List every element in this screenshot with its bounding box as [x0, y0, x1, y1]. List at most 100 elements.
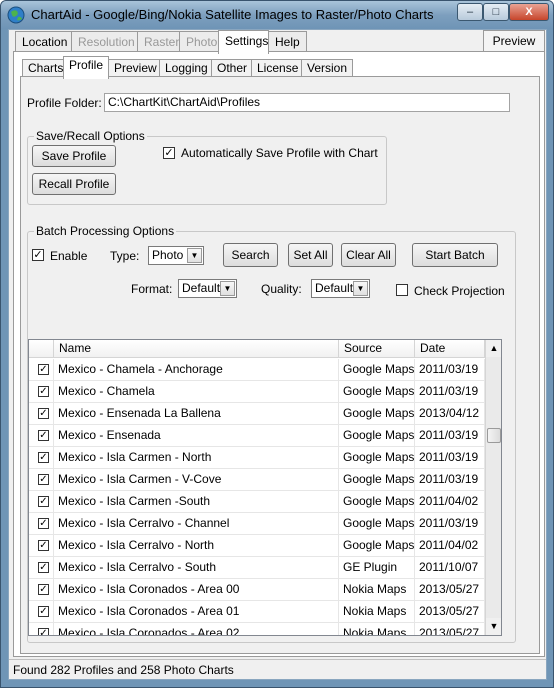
- row-check-cell: ✓: [29, 425, 54, 447]
- table-row[interactable]: ✓ Mexico - Isla Carmen - V-Cove Google Map…: [29, 469, 485, 491]
- start-batch-button[interactable]: Start Batch: [412, 243, 498, 267]
- settings-panel: Charts Profile Preview Logging Other Lic…: [13, 51, 545, 657]
- enable-batch-checkbox[interactable]: ✓: [32, 249, 44, 261]
- row-checkbox[interactable]: ✓: [38, 540, 49, 551]
- scroll-down-icon[interactable]: ▼: [486, 618, 501, 635]
- row-date-cell: 2013/05/27: [415, 623, 485, 635]
- format-select[interactable]: Default ▼: [178, 279, 237, 298]
- row-check-cell: ✓: [29, 491, 54, 513]
- table-row[interactable]: ✓ Mexico - Chamela - Anchorage Google Maps…: [29, 359, 485, 381]
- row-source-cell: Google Maps: [339, 447, 415, 469]
- profile-folder-field[interactable]: C:\ChartKit\ChartAid\Profiles: [104, 93, 510, 112]
- row-checkbox[interactable]: ✓: [38, 408, 49, 419]
- row-check-cell: ✓: [29, 513, 54, 535]
- minimize-button[interactable]: –: [457, 3, 483, 21]
- client-area: Location Resolution Raster Photo Setting…: [8, 29, 547, 680]
- row-checkbox[interactable]: ✓: [38, 496, 49, 507]
- profiles-grid[interactable]: Name Source Date ✓ Mexico - Chamela - Anc…: [28, 339, 502, 636]
- row-checkbox[interactable]: ✓: [38, 430, 49, 441]
- row-checkbox[interactable]: ✓: [38, 452, 49, 463]
- format-select-value: Default: [182, 281, 221, 295]
- row-name-cell: Mexico - Isla Coronados - Area 01: [54, 601, 339, 623]
- row-checkbox[interactable]: ✓: [38, 584, 49, 595]
- save-profile-button[interactable]: Save Profile: [32, 145, 116, 167]
- row-check-cell: ✓: [29, 359, 54, 381]
- row-source-cell: Google Maps: [339, 491, 415, 513]
- table-row[interactable]: ✓ Mexico - Isla Coronados - Area 00 Nokia …: [29, 579, 485, 601]
- tab-raster[interactable]: Raster: [137, 31, 180, 53]
- check-projection-label: Check Projection: [414, 284, 505, 298]
- table-row[interactable]: ✓ Mexico - Isla Cerralvo - Channel Google …: [29, 513, 485, 535]
- row-date-cell: 2011/03/19: [415, 359, 485, 381]
- row-checkbox[interactable]: ✓: [38, 386, 49, 397]
- table-row[interactable]: ✓ Mexico - Isla Coronados - Area 01 Nokia …: [29, 601, 485, 623]
- row-check-cell: ✓: [29, 403, 54, 425]
- row-source-cell: Nokia Maps: [339, 623, 415, 635]
- preview-button[interactable]: Preview: [483, 30, 545, 52]
- grid-header-name[interactable]: Name: [54, 340, 339, 358]
- row-checkbox[interactable]: ✓: [38, 628, 49, 635]
- row-checkbox[interactable]: ✓: [38, 364, 49, 375]
- save-recall-group: Save/Recall Options Save Profile Recall …: [27, 129, 387, 205]
- close-button[interactable]: X: [509, 3, 549, 21]
- row-date-cell: 2011/03/19: [415, 447, 485, 469]
- window-title: ChartAid - Google/Bing/Nokia Satellite I…: [31, 7, 434, 22]
- scroll-thumb[interactable]: [487, 428, 501, 443]
- row-checkbox[interactable]: ✓: [38, 518, 49, 529]
- type-select[interactable]: Photo ▼: [148, 246, 204, 265]
- status-text: Found 282 Profiles and 258 Photo Charts: [13, 663, 234, 677]
- quality-select[interactable]: Default ▼: [311, 279, 370, 298]
- row-name-cell: Mexico - Isla Coronados - Area 00: [54, 579, 339, 601]
- row-name-cell: Mexico - Isla Cerralvo - Channel: [54, 513, 339, 535]
- row-date-cell: 2011/03/19: [415, 513, 485, 535]
- profile-page: Profile Folder: C:\ChartKit\ChartAid\Pro…: [20, 76, 540, 654]
- row-source-cell: Google Maps: [339, 469, 415, 491]
- maximize-button[interactable]: □: [483, 3, 509, 21]
- save-recall-title: Save/Recall Options: [34, 129, 147, 143]
- clear-all-button[interactable]: Clear All: [341, 243, 396, 267]
- row-name-cell: Mexico - Chamela - Anchorage: [54, 359, 339, 381]
- tab-photo[interactable]: Photo: [179, 31, 219, 53]
- table-row[interactable]: ✓ Mexico - Ensenada La Ballena Google Maps…: [29, 403, 485, 425]
- row-checkbox[interactable]: ✓: [38, 606, 49, 617]
- row-name-cell: Mexico - Isla Cerralvo - South: [54, 557, 339, 579]
- check-projection-checkbox[interactable]: [396, 284, 408, 296]
- title-bar[interactable]: ChartAid - Google/Bing/Nokia Satellite I…: [1, 1, 553, 29]
- tab-settings[interactable]: Settings: [218, 30, 269, 54]
- auto-save-checkbox[interactable]: ✓: [163, 147, 175, 159]
- recall-profile-button[interactable]: Recall Profile: [32, 173, 116, 195]
- row-checkbox[interactable]: ✓: [38, 562, 49, 573]
- tab-profile[interactable]: Profile: [63, 56, 109, 79]
- grid-header-date[interactable]: Date: [415, 340, 485, 358]
- table-row[interactable]: ✓ Mexico - Isla Coronados - Area 02 Nokia …: [29, 623, 485, 635]
- grid-scrollbar[interactable]: ▲ ▼: [485, 340, 501, 635]
- table-row[interactable]: ✓ Mexico - Isla Carmen -South Google Maps 2…: [29, 491, 485, 513]
- profile-folder-label: Profile Folder:: [27, 96, 102, 110]
- scroll-up-icon[interactable]: ▲: [486, 340, 501, 357]
- table-row[interactable]: ✓ Mexico - Chamela Google Maps 2011/03/19: [29, 381, 485, 403]
- grid-header-source[interactable]: Source: [339, 340, 415, 358]
- tab-resolution[interactable]: Resolution: [71, 31, 138, 53]
- tab-location[interactable]: Location: [15, 31, 72, 53]
- set-all-button[interactable]: Set All: [288, 243, 333, 267]
- table-row[interactable]: ✓ Mexico - Isla Carmen - North Google Maps…: [29, 447, 485, 469]
- row-check-cell: ✓: [29, 469, 54, 491]
- table-row[interactable]: ✓ Mexico - Ensenada Google Maps 2011/03/19: [29, 425, 485, 447]
- row-check-cell: ✓: [29, 557, 54, 579]
- row-name-cell: Mexico - Isla Cerralvo - North: [54, 535, 339, 557]
- table-row[interactable]: ✓ Mexico - Isla Cerralvo - South GE Plugin…: [29, 557, 485, 579]
- row-date-cell: 2011/04/02: [415, 535, 485, 557]
- row-name-cell: Mexico - Isla Carmen - North: [54, 447, 339, 469]
- search-button[interactable]: Search: [223, 243, 278, 267]
- tab-help[interactable]: Help: [268, 31, 307, 53]
- row-source-cell: Nokia Maps: [339, 601, 415, 623]
- auto-save-label: Automatically Save Profile with Chart: [181, 146, 378, 160]
- table-row[interactable]: ✓ Mexico - Isla Cerralvo - North Google Ma…: [29, 535, 485, 557]
- row-checkbox[interactable]: ✓: [38, 474, 49, 485]
- row-check-cell: ✓: [29, 535, 54, 557]
- row-check-cell: ✓: [29, 579, 54, 601]
- quality-label: Quality:: [261, 282, 302, 296]
- grid-header-check: [29, 340, 54, 358]
- row-source-cell: GE Plugin: [339, 557, 415, 579]
- batch-processing-title: Batch Processing Options: [34, 224, 177, 238]
